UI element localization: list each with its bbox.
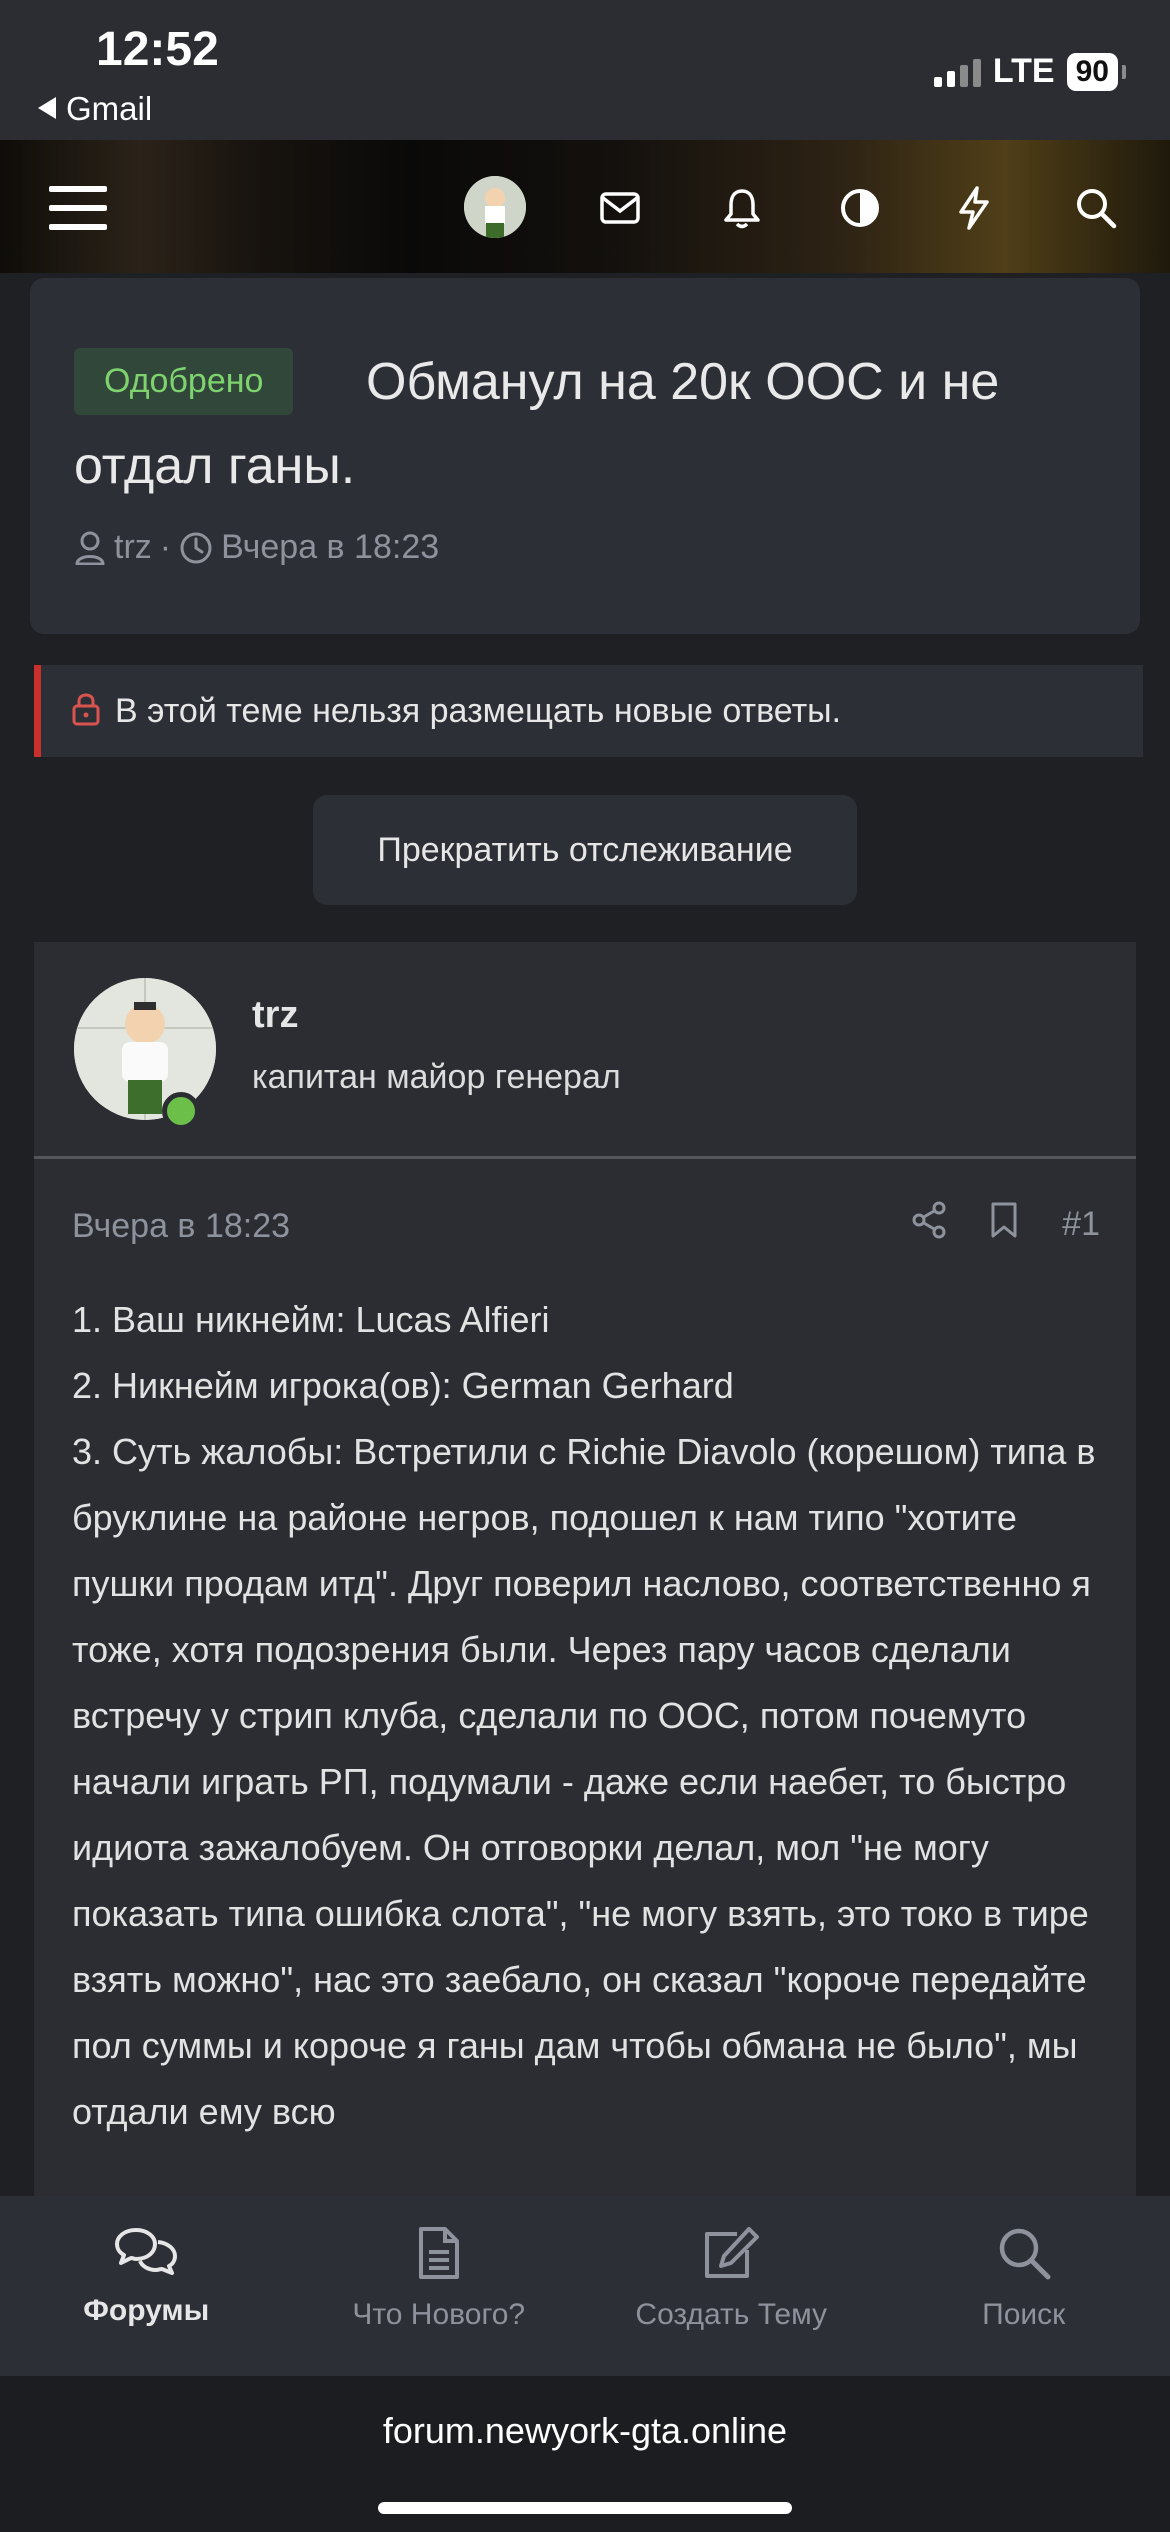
post-line: 2. Никнейм игрока(ов): German Gerhard [72, 1365, 734, 1406]
nav-label: Поиск [982, 2298, 1066, 2331]
battery-icon: 90 [1066, 52, 1127, 91]
bolt-icon[interactable] [944, 178, 1004, 238]
user-avatar-button[interactable] [464, 176, 526, 238]
network-label: LTE [992, 52, 1055, 90]
back-arrow-icon [38, 97, 56, 120]
post-line: 1. Ваш никнейм: Lucas Alfieri [72, 1299, 550, 1340]
lock-icon [71, 691, 101, 732]
bell-icon[interactable] [712, 178, 772, 238]
thread-locked-notice: В этой теме нельзя размещать новые ответ… [34, 665, 1143, 757]
online-status-icon [162, 1092, 200, 1130]
browser-url-bar: forum.newyork-gta.online [0, 2376, 1170, 2532]
mail-icon[interactable] [590, 178, 650, 238]
nav-label: Что Нового? [352, 2298, 526, 2331]
forum-header [0, 140, 1170, 273]
thread-date[interactable]: Вчера в 18:23 [221, 528, 439, 567]
home-indicator[interactable] [378, 2502, 792, 2514]
back-to-app-link[interactable]: Gmail [38, 90, 152, 128]
user-title: капитан майор генерал [252, 1058, 621, 1096]
search-icon[interactable] [1066, 178, 1126, 238]
address-bar[interactable]: forum.newyork-gta.online [0, 2410, 1170, 2452]
post-actions: #1 [912, 1201, 1100, 1248]
edit-icon [705, 2227, 760, 2278]
post-username[interactable]: trz [252, 994, 298, 1037]
thread-author[interactable]: trz [114, 528, 152, 567]
notice-text: В этой теме нельзя размещать новые ответ… [115, 691, 842, 730]
contrast-icon[interactable] [830, 178, 890, 238]
post-content: 1. Ваш никнейм: Lucas Alfieri 2. Никнейм… [72, 1287, 1112, 2145]
document-icon [418, 2227, 459, 2279]
clock-icon [180, 532, 212, 563]
nav-label: Форумы [83, 2294, 210, 2327]
status-bar: 12:52 Gmail LTE 90 [0, 0, 1170, 140]
clock: 12:52 [96, 23, 219, 76]
status-indicators: LTE 90 [933, 52, 1127, 91]
menu-icon[interactable] [48, 178, 108, 238]
status-badge[interactable]: Одобрено [74, 348, 294, 415]
nav-label: Создать Тему [635, 2298, 828, 2331]
unwatch-button[interactable]: Прекратить отслеживание [313, 795, 857, 905]
meta-separator: · [159, 528, 172, 566]
share-icon[interactable] [912, 1201, 946, 1248]
thread-meta: trz · Вчера в 18:23 [74, 528, 439, 567]
user-icon [75, 531, 105, 565]
post-author-block: trz капитан майор генерал [34, 942, 1136, 1159]
bottom-navigation: Форумы Что Нового? Создать Тему Поиск [0, 2196, 1170, 2376]
post-date[interactable]: Вчера в 18:23 [72, 1207, 290, 1246]
nav-search[interactable]: Поиск [878, 2196, 1170, 2376]
back-app-label: Gmail [66, 90, 153, 127]
bookmark-icon[interactable] [990, 1201, 1018, 1248]
nav-create-thread[interactable]: Создать Тему [585, 2196, 878, 2376]
search-icon [999, 2228, 1051, 2280]
signal-icon [933, 57, 981, 87]
nav-forums[interactable]: Форумы [0, 2196, 293, 2376]
post-number[interactable]: #1 [1062, 1205, 1100, 1244]
post-line: 3. Суть жалобы: Встретили с Richie Diavo… [72, 1431, 1096, 2132]
post-body: Вчера в 18:23 #1 1. Ваш никнейм: Lucas A… [34, 1159, 1136, 2199]
nav-whats-new[interactable]: Что Нового? [293, 2196, 586, 2376]
forums-icon [115, 2228, 178, 2275]
thread-header-card: Обманул на 20к ООС и не отдал ганы. Одоб… [30, 278, 1140, 634]
